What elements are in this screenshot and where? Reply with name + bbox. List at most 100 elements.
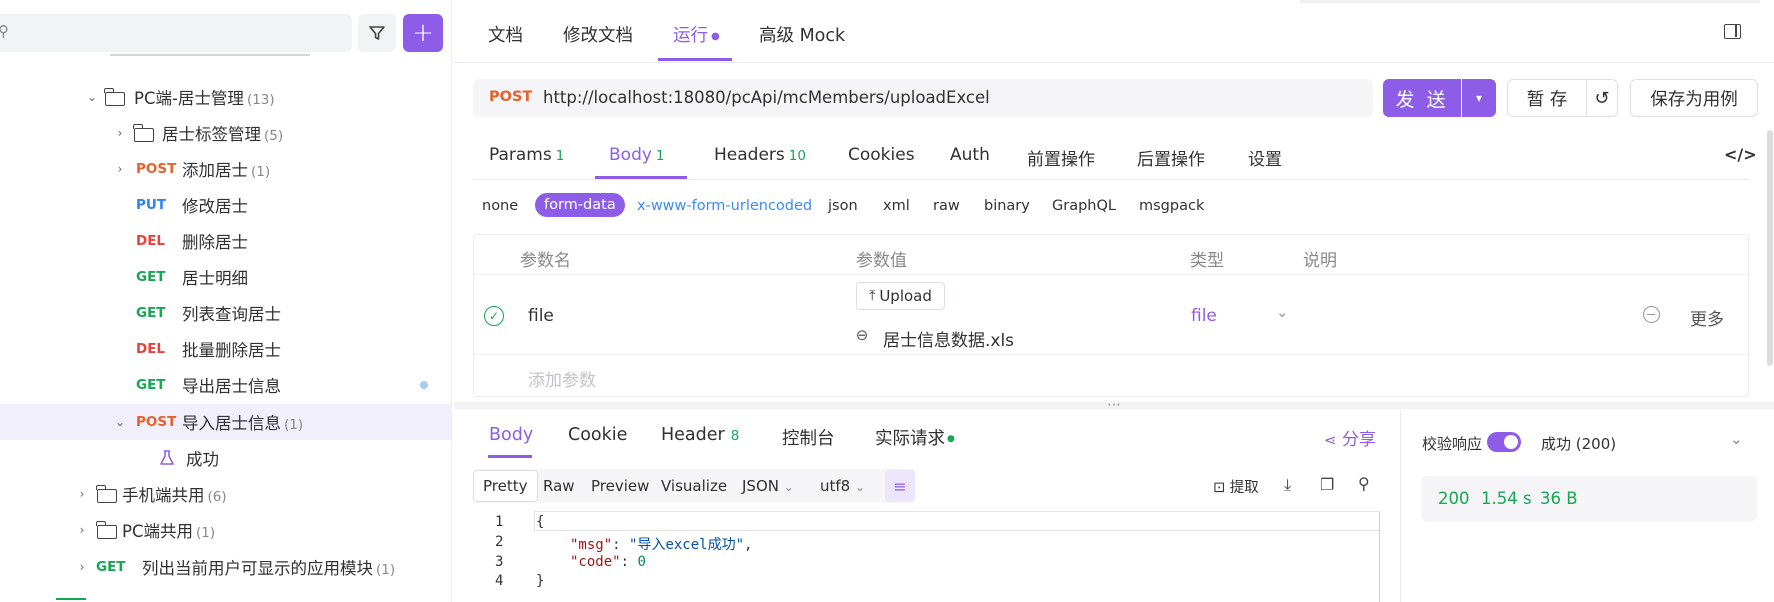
share-button[interactable]: ⋖ 分享 — [1324, 425, 1376, 450]
tree-api[interactable]: PUT 修改居士 — [0, 187, 451, 223]
upload-button[interactable]: ⤒ Upload — [856, 282, 945, 310]
drag-handle-icon[interactable]: ⋯ — [1107, 397, 1121, 413]
tree-api[interactable]: GET 居士明细 — [0, 259, 451, 295]
method-badge: POST — [136, 414, 177, 430]
download-icon[interactable]: ⤓ — [1284, 475, 1291, 495]
tree-api[interactable]: › GET 列出当前用户可显示的应用模块 (1) — [0, 549, 451, 585]
line-number: 3 — [495, 554, 504, 570]
param-type-select[interactable]: file — [1191, 306, 1217, 326]
tree-api[interactable]: GET 列表查询居士 — [0, 295, 451, 331]
tab-body[interactable]: Body 1 — [609, 145, 665, 165]
send-dropdown-button[interactable]: ▾ — [1462, 79, 1496, 117]
tab-cookies[interactable]: Cookies — [848, 145, 915, 165]
save-temp-button[interactable]: 暂 存 — [1507, 79, 1587, 117]
method-badge: DEL — [136, 233, 166, 249]
format-raw[interactable]: Raw — [543, 477, 575, 495]
remove-param-icon[interactable] — [1643, 306, 1660, 323]
code-icon[interactable]: </> — [1724, 145, 1757, 164]
copy-icon[interactable]: ❐ — [1320, 475, 1334, 494]
format-visualize[interactable]: Visualize — [661, 477, 727, 495]
extract-button[interactable]: ⊡ 提取 — [1213, 476, 1259, 497]
tab-params[interactable]: Params 1 — [489, 145, 564, 165]
tab-mock[interactable]: 高级 Mock — [759, 22, 845, 47]
active-tab-indicator — [488, 455, 532, 458]
chevron-right-icon: › — [117, 162, 123, 176]
tree-folder[interactable]: › 手机端共用 (6) — [0, 476, 451, 512]
tree-api-selected[interactable]: ⌄ POST 导入居士信息 (1) — [0, 404, 451, 440]
more-button[interactable]: 更多 — [1690, 305, 1724, 330]
resp-tab-console[interactable]: 控制台 — [782, 425, 835, 450]
tab-post-ops[interactable]: 后置操作 — [1137, 145, 1205, 170]
method-badge: DEL — [136, 341, 166, 357]
method-badge: GET — [96, 559, 126, 575]
tree-api[interactable]: GET 导出居士信息 — [0, 367, 451, 403]
tab-settings[interactable]: 设置 — [1248, 145, 1282, 170]
tab-headers[interactable]: Headers 10 — [714, 145, 806, 165]
format-encoding-select[interactable]: utf8 ⌄ — [820, 477, 865, 495]
body-type-msgpack[interactable]: msgpack — [1139, 198, 1204, 214]
tab-pre-ops[interactable]: 前置操作 — [1027, 145, 1095, 170]
chevron-down-icon[interactable]: ⌄ — [1276, 303, 1289, 321]
request-method[interactable]: POST — [489, 89, 532, 105]
format-json-select[interactable]: JSON ⌄ — [742, 477, 794, 495]
tab-badge: 1 — [555, 148, 565, 164]
tree-folder[interactable]: › PC端共用 (1) — [0, 512, 451, 548]
add-button[interactable]: + — [403, 14, 443, 52]
send-button[interactable]: 发 送 — [1383, 79, 1461, 117]
format-preview[interactable]: Preview — [591, 477, 649, 495]
json-value: "导入excel成功" — [629, 537, 745, 553]
response-stats — [1421, 476, 1757, 522]
format-pretty[interactable]: Pretty — [473, 470, 538, 502]
resp-tab-cookie[interactable]: Cookie — [568, 425, 627, 445]
method-badge: PUT — [136, 197, 167, 213]
validate-result[interactable]: 成功 (200) — [1541, 433, 1616, 454]
reset-button[interactable]: ↺ — [1586, 79, 1618, 117]
scrollbar[interactable] — [1767, 130, 1773, 366]
body-type-graphql[interactable]: GraphQL — [1052, 198, 1116, 214]
attached-file-name[interactable]: 居士信息数据.xls — [883, 326, 1014, 351]
tree-api[interactable]: › POST 添加居士 (1) — [0, 151, 451, 187]
tree-case[interactable]: 成功 — [0, 440, 451, 476]
tab-auth[interactable]: Auth — [950, 145, 990, 165]
wrap-lines-icon[interactable]: ≡ — [885, 470, 915, 502]
search-input[interactable]: ⚲ — [0, 14, 352, 52]
url-input[interactable]: http://localhost:18080/pcApi/mcMembers/u… — [543, 88, 990, 107]
panel-toggle-icon[interactable] — [1724, 24, 1741, 39]
body-type-urlencoded[interactable]: x-www-form-urlencoded — [637, 198, 812, 214]
body-type-none[interactable]: none — [482, 198, 518, 214]
column-header-name: 参数名 — [520, 251, 571, 271]
body-type-json[interactable]: json — [828, 198, 858, 214]
column-header-type: 类型 — [1190, 251, 1224, 271]
tree-count: (1) — [376, 562, 396, 578]
body-type-xml[interactable]: xml — [883, 198, 910, 214]
body-type-binary[interactable]: binary — [984, 198, 1030, 214]
resp-tab-header[interactable]: Header 8 — [661, 425, 739, 445]
resp-tab-body[interactable]: Body — [489, 425, 533, 445]
tab-label: 实际请求 — [875, 429, 945, 449]
validate-toggle[interactable] — [1487, 432, 1521, 452]
tree-folder[interactable]: › 居士标签管理 (5) — [0, 115, 451, 151]
chevron-down-icon[interactable]: ⌄ — [1730, 430, 1743, 448]
chevron-down-icon: ⌄ — [114, 415, 126, 429]
save-as-case-button[interactable]: 保存为用例 — [1630, 79, 1758, 117]
search-icon[interactable]: ⚲ — [1358, 474, 1370, 493]
tab-badge: 1 — [655, 148, 665, 164]
divider — [473, 179, 1749, 180]
filter-button[interactable] — [358, 14, 396, 52]
folder-icon — [96, 485, 117, 503]
tab-run[interactable]: 运行 ● — [673, 22, 720, 47]
resp-tab-actual-request[interactable]: 实际请求 ● — [875, 425, 955, 450]
tree-api[interactable]: DEL 删除居士 — [0, 223, 451, 259]
tree-label: 手机端共用 — [122, 486, 205, 505]
param-name-field[interactable]: file — [528, 306, 554, 326]
tree-api[interactable]: DEL 批量删除居士 — [0, 331, 451, 367]
tree-folder[interactable]: ⌄ PC端-居士管理 (13) — [0, 79, 451, 115]
tab-doc[interactable]: 文档 — [488, 22, 523, 47]
body-type-form-data[interactable]: form-data — [535, 193, 625, 217]
body-type-raw[interactable]: raw — [933, 198, 960, 214]
tree-label: 导出居士信息 — [182, 377, 281, 396]
tab-edit-doc[interactable]: 修改文档 — [563, 22, 633, 47]
add-param-input[interactable]: 添加参数 — [528, 366, 596, 391]
tree-count: (1) — [195, 525, 216, 541]
param-enabled-checkbox[interactable]: ✓ — [484, 306, 504, 326]
